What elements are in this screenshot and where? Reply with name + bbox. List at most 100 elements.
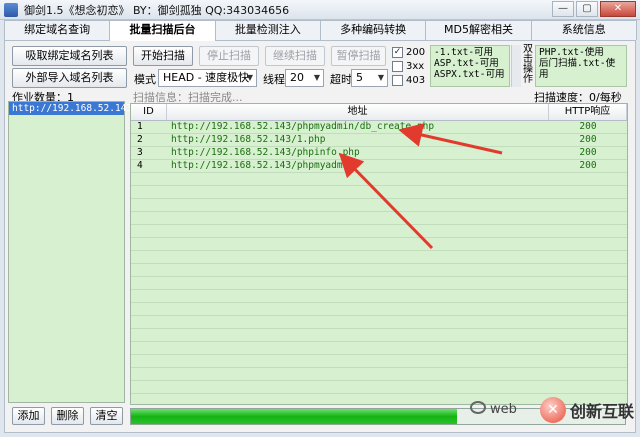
row-url: http://192.168.52.143/phpmyadmin/db_crea… [171,121,435,132]
dictionary-item[interactable]: ASPX.txt-可用 [434,69,506,80]
mode-select[interactable]: HEAD - 速度极快 ▼ [158,69,257,87]
tab-md5[interactable]: MD5解密相关 [425,20,532,40]
row-id: 4 [137,160,143,171]
double-click-hint: 双 击 操 作 [523,45,533,85]
timeout-label: 超时 [330,73,352,86]
mode-label: 模式 [134,73,156,86]
empty-table-row [131,381,627,394]
start-scan-button[interactable]: 开始扫描 [133,46,193,66]
table-row[interactable]: 4 http://192.168.52.143/phpmyadmin/ 200 [131,160,627,173]
row-url: http://192.168.52.143/phpinfo.php [171,147,360,158]
close-button[interactable]: ✕ [600,1,636,17]
status-200-option[interactable]: ✓ 200 [392,45,425,59]
empty-table-row [131,264,627,277]
tab-encoding[interactable]: 多种编码转换 [319,20,427,40]
pause-scan-button[interactable]: 暂停扫描 [331,46,386,66]
tab-strip: 绑定域名查询 批量扫描后台 批量检测注入 多种编码转换 MD5解密相关 系统信息 [4,20,637,41]
window-controls: — ▢ ✕ [552,1,636,17]
window-title: 御剑1.5《想念初恋》 BY：御剑孤独 QQ:343034656 [24,3,290,17]
stop-scan-button[interactable]: 停止扫描 [199,46,259,66]
empty-table-row [131,342,627,355]
empty-table-row [131,199,627,212]
table-header: ID 地址 HTTP响应 [131,104,627,121]
chevron-down-icon: ▼ [313,73,320,82]
row-id: 3 [137,147,143,158]
table-row[interactable]: 2 http://192.168.52.143/1.php 200 [131,134,627,147]
empty-table-row [131,238,627,251]
minimize-button[interactable]: — [552,1,574,17]
empty-rows [131,173,627,394]
selected-dictionary-item[interactable]: PHP.txt-使用 [539,47,623,58]
row-url: http://192.168.52.143/1.php [171,134,326,145]
domain-list[interactable]: http://192.168.52.143 [8,101,132,403]
selected-dictionary-list[interactable]: PHP.txt-使用 后门扫描.txt-使用 [535,45,627,87]
title-bar: 御剑1.5《想念初恋》 BY：御剑孤独 QQ:343034656 — ▢ ✕ [0,0,640,20]
domain-list-item[interactable]: http://192.168.52.143 [9,102,132,115]
brand-watermark: ✕ 创新互联 [539,397,634,423]
status-403-option[interactable]: 403 [392,73,425,87]
selected-dictionary-item[interactable]: 后门扫描.txt-使用 [539,58,623,80]
delete-button[interactable]: 删除 [51,407,84,425]
tab-batch-backend-scan[interactable]: 批量扫描后台 [109,20,216,41]
results-table: ID 地址 HTTP响应 1 http://192.168.52.143/php… [130,103,628,405]
empty-table-row [131,277,627,290]
dictionary-item[interactable]: ASP.txt-可用 [434,58,506,69]
row-http-code: 200 [579,121,597,132]
clear-button[interactable]: 清空 [90,407,123,425]
chat-bubble-icon [470,401,486,414]
dictionary-list[interactable]: -1.txt-可用 ASP.txt-可用 ASPX.txt-可用 [430,45,510,87]
continue-scan-button[interactable]: 继续扫描 [265,46,325,66]
empty-table-row [131,355,627,368]
status-403-checkbox[interactable] [392,74,403,86]
app-icon [4,2,18,17]
column-header-url[interactable]: 地址 [167,104,549,120]
status-200-label: 200 [406,46,426,58]
row-http-code: 200 [579,147,597,158]
threads-label: 线程 [263,73,285,86]
row-http-code: 200 [579,134,597,145]
mode-value: HEAD - 速度极快 [163,71,250,84]
watermark-text: web [490,402,517,417]
empty-table-row [131,173,627,186]
row-url: http://192.168.52.143/phpmyadmin/ [171,160,360,171]
row-http-code: 200 [579,160,597,171]
status-3xx-option[interactable]: 3xx [392,59,424,73]
table-row[interactable]: 3 http://192.168.52.143/phpinfo.php 200 [131,147,627,160]
empty-table-row [131,186,627,199]
tab-domain-lookup[interactable]: 绑定域名查询 [4,20,111,40]
chevron-down-icon: ▼ [377,73,384,82]
status-3xx-label: 3xx [406,60,425,72]
fetch-domains-button[interactable]: 吸取绑定域名列表 [12,46,127,66]
hint-char: 作 [523,74,533,85]
threads-select[interactable]: 20 ▼ [285,69,324,87]
threads-value: 20 [290,71,304,84]
chevron-down-icon: ▼ [246,73,253,82]
status-3xx-checkbox[interactable] [392,60,403,72]
column-header-id[interactable]: ID [131,104,167,120]
brand-logo-icon: ✕ [539,397,566,423]
tab-batch-injection[interactable]: 批量检测注入 [214,20,321,40]
table-row[interactable]: 1 http://192.168.52.143/phpmyadmin/db_cr… [131,121,627,134]
dictionary-item[interactable]: -1.txt-可用 [434,47,506,58]
row-id: 1 [137,121,143,132]
empty-table-row [131,316,627,329]
empty-table-row [131,251,627,264]
empty-table-row [131,290,627,303]
status-403-label: 403 [406,74,426,86]
empty-table-row [131,329,627,342]
dictionary-scrollbar[interactable] [511,45,521,87]
empty-table-row [131,368,627,381]
row-id: 2 [137,134,143,145]
timeout-select[interactable]: 5 ▼ [351,69,388,87]
brand-name: 创新互联 [569,402,634,421]
import-domains-button[interactable]: 外部导入域名列表 [12,68,127,88]
progress-fill [131,409,458,424]
tab-system-info[interactable]: 系统信息 [530,20,637,40]
timeout-value: 5 [356,71,363,84]
status-200-checkbox[interactable]: ✓ [392,46,403,58]
add-button[interactable]: 添加 [12,407,45,425]
maximize-button[interactable]: ▢ [576,1,598,17]
empty-table-row [131,303,627,316]
empty-table-row [131,212,627,225]
column-header-http[interactable]: HTTP响应 [549,104,627,120]
